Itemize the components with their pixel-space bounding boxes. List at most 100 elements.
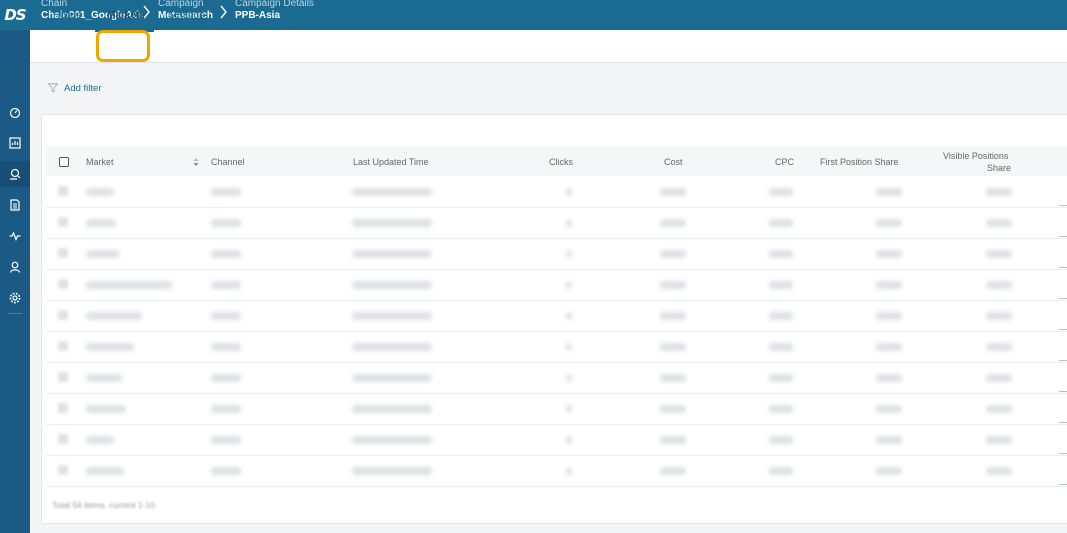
table-row[interactable] xyxy=(46,270,1067,301)
cell-last-updated xyxy=(352,219,432,227)
highlight-box xyxy=(96,30,150,62)
tab-bar xyxy=(30,30,1067,63)
cell-clicks xyxy=(566,405,572,413)
tab-hotels[interactable]: Hotels xyxy=(53,0,81,33)
table-row[interactable] xyxy=(46,208,1067,239)
row-divider xyxy=(1059,236,1067,237)
cell-cost xyxy=(660,436,686,444)
cell-cost xyxy=(660,281,686,289)
table-row[interactable] xyxy=(46,363,1067,394)
table-row[interactable] xyxy=(46,332,1067,363)
row-checkbox[interactable] xyxy=(58,341,68,351)
row-checkbox[interactable] xyxy=(58,279,68,289)
row-checkbox[interactable] xyxy=(58,434,68,444)
chevron-right-icon xyxy=(220,5,228,19)
sort-icon[interactable] xyxy=(193,157,199,167)
cell-first-position-share xyxy=(876,219,902,227)
cell-cost xyxy=(660,312,686,320)
row-checkbox[interactable] xyxy=(58,465,68,475)
cell-market xyxy=(86,219,116,227)
cell-first-position-share xyxy=(876,343,902,351)
cell-market xyxy=(86,281,172,289)
row-checkbox[interactable] xyxy=(58,217,68,227)
pagination-summary: Total 54 items, current 1-10 xyxy=(52,500,155,510)
table-row[interactable] xyxy=(46,301,1067,332)
cell-visible-positions-share xyxy=(986,436,1012,444)
sidebar-divider xyxy=(8,313,22,314)
column-header-first-position-share[interactable]: First Position Share xyxy=(820,157,899,167)
cell-channel xyxy=(211,467,241,475)
column-header-market[interactable]: Market xyxy=(86,157,114,167)
row-checkbox[interactable] xyxy=(58,310,68,320)
dashboard-icon[interactable] xyxy=(7,104,23,120)
breadcrumb-campaign-details-value[interactable]: PPB-Asia xyxy=(235,10,280,21)
cell-clicks xyxy=(566,374,572,382)
cell-cpc xyxy=(769,312,793,320)
report-icon[interactable] xyxy=(7,135,23,151)
app-logo[interactable]: DS xyxy=(0,0,30,30)
tab-settings[interactable]: Settings xyxy=(168,0,204,33)
cell-cpc xyxy=(769,436,793,444)
table-row[interactable] xyxy=(46,425,1067,456)
cell-cost xyxy=(660,374,686,382)
row-checkbox[interactable] xyxy=(58,248,68,258)
table-row[interactable] xyxy=(46,239,1067,270)
cell-first-position-share xyxy=(876,405,902,413)
table-row[interactable] xyxy=(46,456,1067,487)
cell-visible-positions-share xyxy=(986,281,1012,289)
user-icon[interactable] xyxy=(7,259,23,275)
cell-first-position-share xyxy=(876,374,902,382)
cell-first-position-share xyxy=(876,188,902,196)
tab-markets[interactable]: Markets xyxy=(107,0,145,33)
search-person-icon[interactable] xyxy=(0,161,30,187)
cell-last-updated xyxy=(352,343,432,351)
row-divider xyxy=(1059,360,1067,361)
cell-clicks xyxy=(566,188,572,196)
cell-cost xyxy=(660,250,686,258)
cell-cpc xyxy=(769,405,793,413)
table-row[interactable] xyxy=(46,394,1067,425)
column-header-cost[interactable]: Cost xyxy=(664,157,683,167)
column-header-clicks[interactable]: Clicks xyxy=(549,157,573,167)
cell-first-position-share xyxy=(876,281,902,289)
row-divider xyxy=(1059,329,1067,330)
cell-cpc xyxy=(769,467,793,475)
add-filter-button[interactable]: Add filter xyxy=(48,81,102,95)
table-row[interactable] xyxy=(46,177,1067,208)
column-header-last-updated-time[interactable]: Last Updated Time xyxy=(353,157,429,167)
cell-clicks xyxy=(566,219,572,227)
select-all-checkbox[interactable] xyxy=(59,157,69,167)
cell-channel xyxy=(211,374,241,382)
cell-first-position-share xyxy=(876,250,902,258)
activity-icon[interactable] xyxy=(7,228,23,244)
cell-channel xyxy=(211,219,241,227)
cell-channel xyxy=(211,281,241,289)
column-header-channel[interactable]: Channel xyxy=(211,157,245,167)
column-header-visible-positions-share-line2[interactable]: Share xyxy=(987,163,1011,173)
cell-first-position-share xyxy=(876,467,902,475)
row-divider xyxy=(1059,298,1067,299)
settings-icon[interactable] xyxy=(7,290,23,306)
cell-visible-positions-share xyxy=(986,343,1012,351)
cell-market xyxy=(86,250,120,258)
row-checkbox[interactable] xyxy=(58,403,68,413)
column-header-visible-positions-share[interactable]: Visible Positions xyxy=(943,151,1008,161)
cell-last-updated xyxy=(352,436,432,444)
document-icon[interactable] xyxy=(7,197,23,213)
cell-last-updated xyxy=(352,250,432,258)
cell-market xyxy=(86,467,124,475)
column-header-cpc[interactable]: CPC xyxy=(775,157,794,167)
sidebar xyxy=(0,30,30,533)
cell-visible-positions-share xyxy=(986,250,1012,258)
cell-clicks xyxy=(566,250,572,258)
cell-cpc xyxy=(769,219,793,227)
cell-last-updated xyxy=(352,374,432,382)
cell-first-position-share xyxy=(876,436,902,444)
row-divider xyxy=(1059,205,1067,206)
cell-visible-positions-share xyxy=(986,405,1012,413)
cell-cpc xyxy=(769,250,793,258)
row-checkbox[interactable] xyxy=(58,372,68,382)
cell-clicks xyxy=(566,312,572,320)
cell-market xyxy=(86,188,114,196)
row-checkbox[interactable] xyxy=(58,186,68,196)
